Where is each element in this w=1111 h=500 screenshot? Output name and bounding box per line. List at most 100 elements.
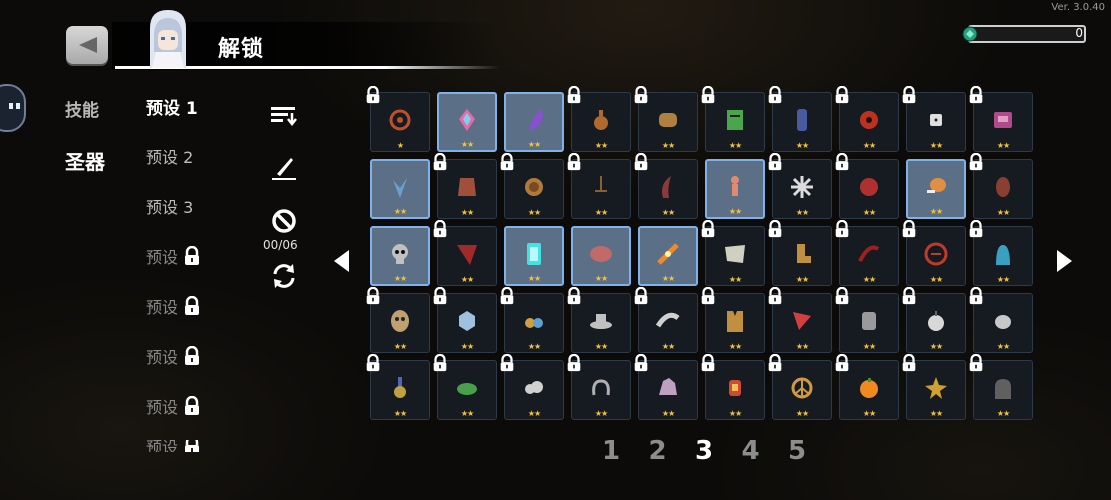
relic-slot[interactable]: ★★ xyxy=(504,92,564,152)
relic-slot[interactable]: ★★ xyxy=(567,153,631,219)
relic-slot[interactable]: ★★ xyxy=(969,354,1033,420)
relic-slot[interactable]: ★★ xyxy=(504,226,564,286)
relic-slot[interactable]: ★★ xyxy=(567,287,631,353)
berries-icon xyxy=(525,317,543,328)
relic-slot[interactable]: ★★ xyxy=(370,159,430,219)
relic-slot[interactable]: ★★ xyxy=(701,220,765,286)
relic-slot[interactable]: ★★ xyxy=(835,153,899,219)
relic-slot[interactable]: ★★ xyxy=(768,220,832,286)
preset-4[interactable]: 预设 xyxy=(146,244,202,268)
preset-1[interactable]: 预设 1 xyxy=(146,94,198,119)
relic-slot[interactable]: ★★ xyxy=(571,226,631,286)
relic-slot[interactable]: ★★ xyxy=(906,159,966,219)
star-rating: ★★ xyxy=(527,208,541,217)
star-rating: ★★ xyxy=(795,208,809,217)
orange-icon xyxy=(860,377,878,398)
relic-slot[interactable]: ★★ xyxy=(701,287,765,353)
relic-slot[interactable]: ★★ xyxy=(433,287,497,353)
back-button[interactable] xyxy=(66,26,108,64)
scroll-icon xyxy=(727,109,743,130)
next-page-button[interactable] xyxy=(1054,248,1074,278)
relic-slot[interactable]: ★★ xyxy=(366,354,430,420)
star-rating: ★★ xyxy=(661,409,675,418)
lock-icon xyxy=(500,287,514,305)
relic-slot[interactable]: ★★ xyxy=(366,287,430,353)
lock-icon xyxy=(701,86,715,104)
page-5[interactable]: 5 xyxy=(788,436,806,466)
relic-slot[interactable]: ★★ xyxy=(768,287,832,353)
lock-icon xyxy=(969,354,983,372)
meat-icon xyxy=(590,245,612,262)
star-rating: ★★ xyxy=(929,275,943,284)
page-4[interactable]: 4 xyxy=(742,436,760,466)
preset-8[interactable]: 预设 xyxy=(146,440,202,452)
sort-button[interactable] xyxy=(268,100,300,130)
relic-slot[interactable]: ★★ xyxy=(969,220,1033,286)
relic-slot[interactable]: ★★ xyxy=(768,86,832,152)
preset-label: 预设 xyxy=(146,348,179,367)
relic-slot[interactable]: ★★ xyxy=(500,287,564,353)
star-rating: ★★ xyxy=(862,409,876,418)
prev-page-button[interactable] xyxy=(332,248,352,278)
relic-slot[interactable]: ★★ xyxy=(370,226,430,286)
preset-5[interactable]: 预设 xyxy=(146,294,202,318)
star-rating: ★★ xyxy=(661,208,675,217)
relic-slot[interactable]: ★★ xyxy=(768,354,832,420)
page-1[interactable]: 1 xyxy=(602,436,620,466)
preset-6[interactable]: 预设 xyxy=(146,344,202,368)
edit-button[interactable] xyxy=(268,150,300,184)
relic-slot[interactable]: ★★ xyxy=(835,86,899,152)
potion-icon xyxy=(594,109,608,130)
relic-slot[interactable]: ★★ xyxy=(835,287,899,353)
star-rating: ★★ xyxy=(393,207,407,216)
relic-slot[interactable]: ★★ xyxy=(969,153,1033,219)
relic-slot[interactable]: ★★ xyxy=(638,226,698,286)
relic-slot[interactable]: ★★ xyxy=(634,86,698,152)
star-rating: ★★ xyxy=(996,342,1010,351)
relic-slot[interactable]: ★★ xyxy=(433,354,497,420)
relic-slot[interactable]: ★★ xyxy=(701,354,765,420)
lock-icon xyxy=(634,86,648,104)
version-label: Ver. 3.0.40 xyxy=(1051,2,1105,13)
relic-slot[interactable]: ★★ xyxy=(969,287,1033,353)
hat-icon xyxy=(590,313,612,329)
category-skills[interactable]: 技能 xyxy=(65,96,99,121)
relic-slot[interactable]: ★★ xyxy=(634,287,698,353)
category-relics[interactable]: 圣器 xyxy=(65,146,105,175)
relic-slot[interactable]: ★★ xyxy=(705,159,765,219)
star-rating: ★★ xyxy=(996,409,1010,418)
relic-slot[interactable]: ★★ xyxy=(433,220,497,286)
relic-slot[interactable]: ★ xyxy=(366,86,430,152)
relic-slot[interactable]: ★★ xyxy=(902,86,966,152)
relic-slot[interactable]: ★★ xyxy=(634,354,698,420)
clear-button[interactable] xyxy=(268,206,300,236)
star-rating: ★★ xyxy=(795,342,809,351)
star-rating: ★★ xyxy=(795,141,809,150)
map-icon xyxy=(725,244,745,263)
refresh-button[interactable] xyxy=(268,260,300,292)
triangle-left-icon xyxy=(334,250,349,272)
page-2[interactable]: 2 xyxy=(649,436,667,466)
relic-slot[interactable]: ★★ xyxy=(500,354,564,420)
page-3[interactable]: 3 xyxy=(695,436,713,466)
side-avatar-button[interactable] xyxy=(0,84,26,132)
relic-slot[interactable]: ★★ xyxy=(768,153,832,219)
preset-7[interactable]: 预设 xyxy=(146,394,202,418)
relic-slot[interactable]: ★★ xyxy=(567,354,631,420)
relic-slot[interactable]: ★★ xyxy=(902,354,966,420)
preset-2[interactable]: 预设 2 xyxy=(146,144,193,168)
relic-slot[interactable]: ★★ xyxy=(701,86,765,152)
relic-slot[interactable]: ★★ xyxy=(969,86,1033,152)
lock-icon xyxy=(185,246,200,265)
relic-slot[interactable]: ★★ xyxy=(437,92,497,152)
relic-slot[interactable]: ★★ xyxy=(567,86,631,152)
relic-slot[interactable]: ★★ xyxy=(902,287,966,353)
preset-3[interactable]: 预设 3 xyxy=(146,194,193,218)
relic-slot[interactable]: ★★ xyxy=(433,153,497,219)
ice-icon xyxy=(459,310,475,331)
relic-slot[interactable]: ★★ xyxy=(634,153,698,219)
relic-slot[interactable]: ★★ xyxy=(835,220,899,286)
relic-slot[interactable]: ★★ xyxy=(902,220,966,286)
relic-slot[interactable]: ★★ xyxy=(500,153,564,219)
relic-slot[interactable]: ★★ xyxy=(835,354,899,420)
